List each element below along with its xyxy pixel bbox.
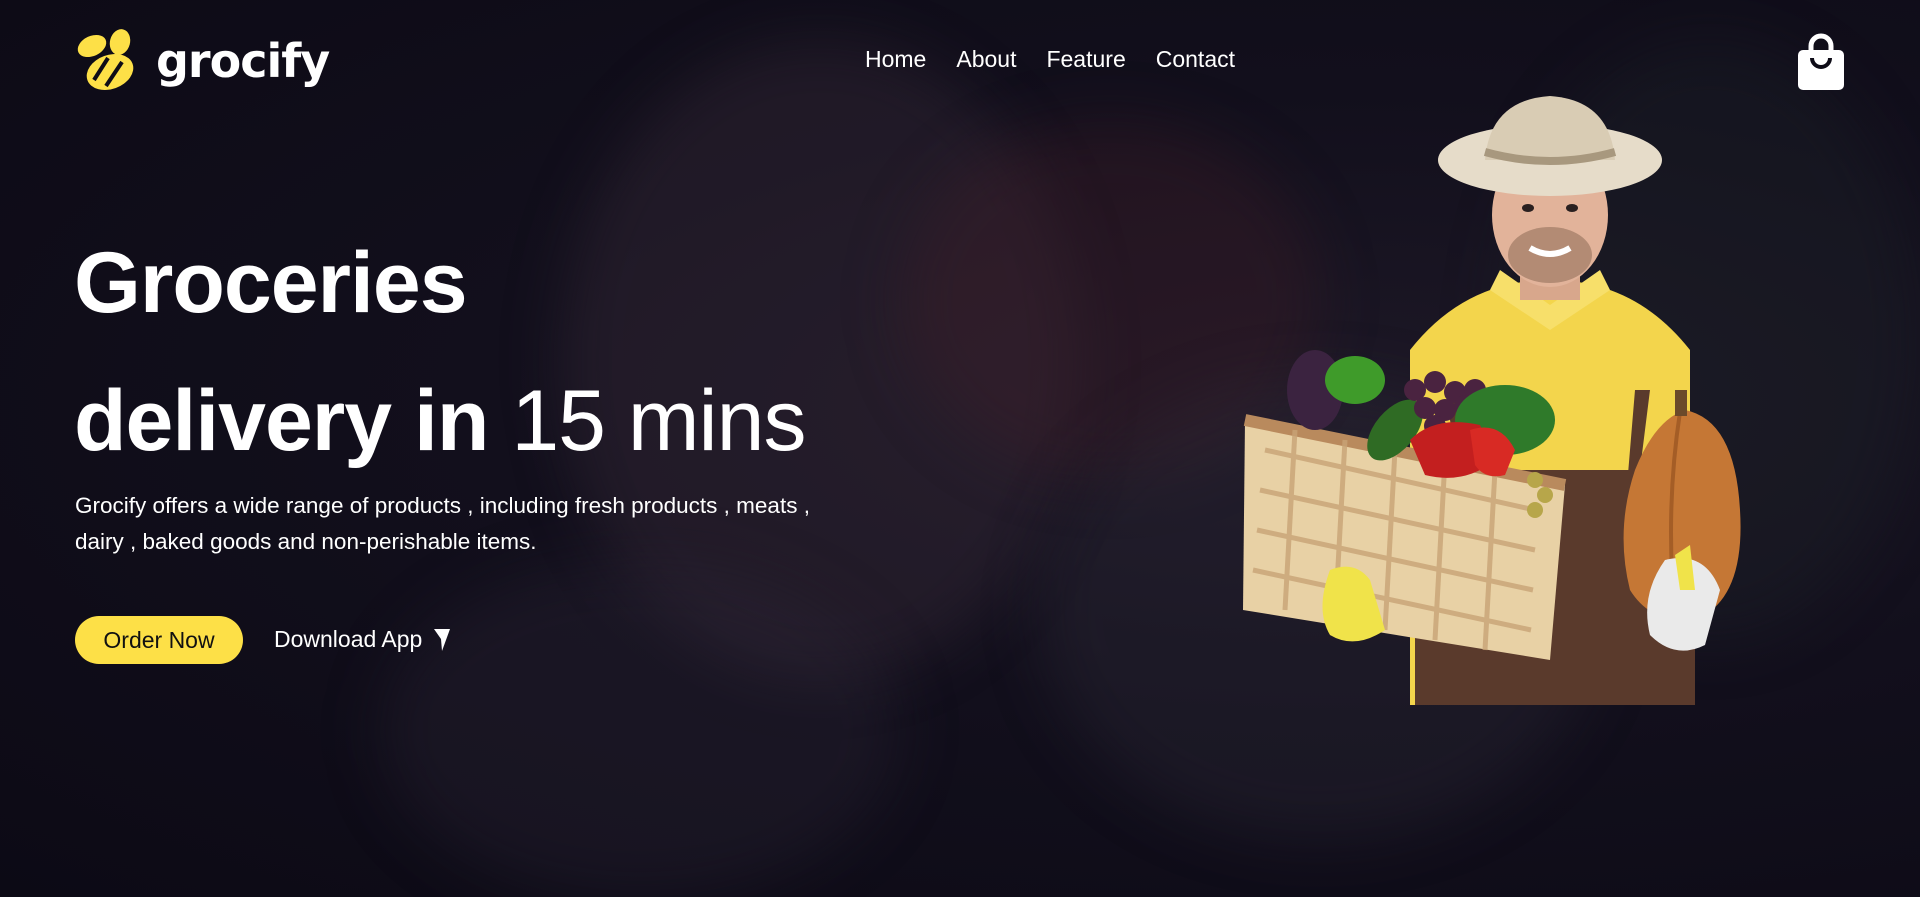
farmer-with-vegetable-basket-image <box>1243 96 1741 705</box>
hero-title-line1: Groceries <box>74 235 468 331</box>
main-nav: Home About Feature Contact <box>865 48 1235 71</box>
brand-name: grocify <box>156 34 330 88</box>
cart-button[interactable] <box>1796 32 1846 92</box>
nav-home[interactable]: Home <box>865 48 926 71</box>
nav-contact[interactable]: Contact <box>1156 48 1235 71</box>
hero-section: grocify Home About Feature Contact Groce… <box>0 0 1920 897</box>
background-blur <box>380 560 900 897</box>
bee-icon <box>77 29 134 90</box>
download-app-button[interactable]: Download App <box>274 626 452 653</box>
cursor-arrow-icon <box>434 628 451 651</box>
brand-logo[interactable]: grocify <box>74 28 330 94</box>
order-now-button[interactable]: Order Now <box>75 616 243 664</box>
nav-feature[interactable]: Feature <box>1046 48 1125 71</box>
hero-title-bold: delivery in <box>74 373 489 469</box>
hero-title-light: 15 mins <box>511 373 806 469</box>
nav-about[interactable]: About <box>956 48 1016 71</box>
download-app-label: Download App <box>274 626 423 652</box>
hero-title-line2: delivery in 15 mins <box>74 378 806 464</box>
hero-description: Grocify offers a wide range of products … <box>75 493 810 554</box>
shopping-bag-icon <box>1798 33 1844 90</box>
